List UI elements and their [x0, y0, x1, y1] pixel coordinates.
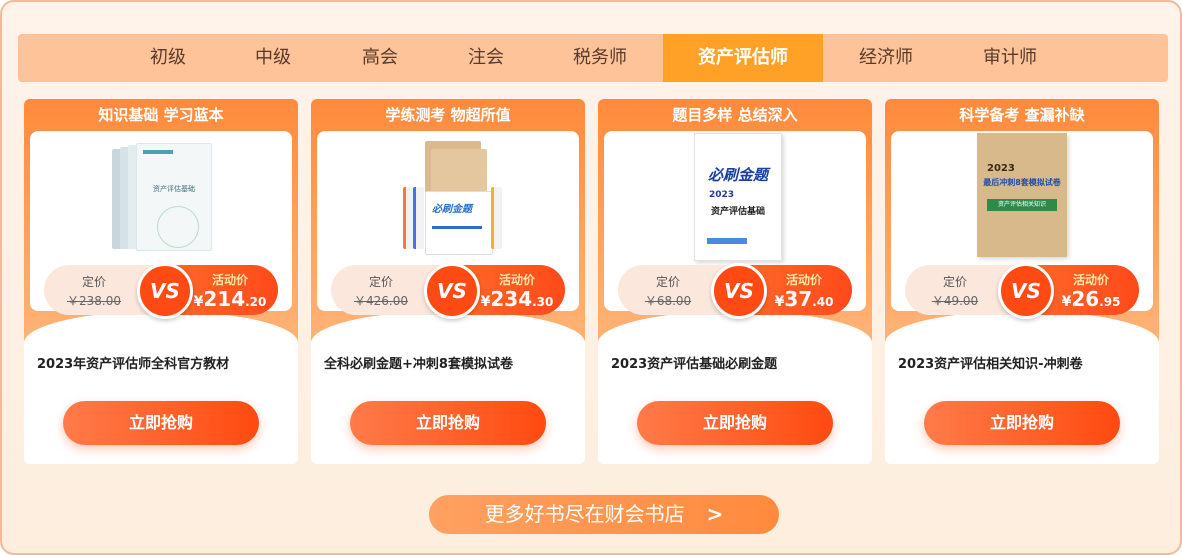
card-header: 题目多样 总结深入 [672, 106, 798, 124]
original-price: ￥49.00 [931, 294, 979, 308]
product-card: 科学备考 查漏补缺 2023 最后冲刺8套模拟试卷 资产评估相关知识 定价 ￥4… [885, 99, 1159, 464]
original-price: ￥68.00 [644, 294, 692, 308]
tab-gaohui[interactable]: 高会 [328, 34, 432, 82]
tab-zichanpinggushi[interactable]: 资产评估师 [663, 34, 823, 82]
page-frame: 初级 中级 高会 注会 税务师 资产评估师 经济师 审计师 知识基础 学习蓝本 … [0, 0, 1182, 555]
sale-price: ¥37.40 [774, 287, 834, 311]
cover-brand: 必刷金题 [707, 166, 768, 184]
price-compare: 定价 ￥49.00 活动价 ¥26.95 VS [905, 263, 1139, 319]
tab-jingjishi[interactable]: 经济师 [831, 34, 941, 82]
buy-now-button[interactable]: 立即抢购 [63, 401, 259, 445]
more-books-button[interactable]: 更多好书尽在财会书店 > [429, 495, 779, 534]
more-books-label: 更多好书尽在财会书店 [484, 502, 685, 526]
original-price: ￥238.00 [67, 294, 121, 308]
card-header: 知识基础 学习蓝本 [98, 106, 224, 124]
sale-price: ¥26.95 [1061, 287, 1121, 311]
tab-shuiwushi[interactable]: 税务师 [545, 34, 655, 82]
buy-now-button[interactable]: 立即抢购 [350, 401, 546, 445]
cover-text: 资产评估基础 [710, 207, 765, 217]
vs-badge: VS [137, 263, 193, 319]
buy-now-button[interactable]: 立即抢购 [637, 401, 833, 445]
arrow-right-icon: > [706, 502, 724, 526]
tab-shenjishi[interactable]: 审计师 [955, 34, 1065, 82]
cover-title: 最后冲刺8套模拟试卷 [983, 178, 1061, 187]
cover-text: 资产评估相关知识 [997, 201, 1046, 208]
original-price-label: 定价 [368, 275, 393, 289]
cover-text: 必刷金题 [432, 204, 472, 215]
price-compare: 定价 ￥238.00 活动价 ¥214.20 VS [44, 263, 278, 319]
product-title[interactable]: 2023年资产评估师全科官方教材 [37, 353, 229, 372]
card-header: 科学备考 查漏补缺 [959, 106, 1085, 124]
product-card: 学练测考 物超所值 必刷金题 定价 ￥426.00 活动价 ¥234.30 VS… [311, 99, 585, 464]
cover-year: 2023 [987, 163, 1015, 174]
vs-badge: VS [711, 263, 767, 319]
book-cover-image: 必刷金题 2023 资产评估基础 [694, 133, 782, 261]
product-card: 题目多样 总结深入 必刷金题 2023 资产评估基础 定价 ￥68.00 活动价… [598, 99, 872, 464]
product-title[interactable]: 2023资产评估基础必刷金题 [611, 353, 777, 372]
original-price-label: 定价 [942, 275, 967, 289]
sale-price-label: 活动价 [498, 273, 535, 287]
buy-now-button[interactable]: 立即抢购 [924, 401, 1120, 445]
category-tabs: 初级 中级 高会 注会 税务师 资产评估师 经济师 审计师 [18, 34, 1168, 82]
product-card: 知识基础 学习蓝本 资产评估基础 定价 ￥238.00 活动价 ¥214.20 … [24, 99, 298, 464]
book-set-image: 必刷金题 [403, 141, 513, 255]
card-header: 学练测考 物超所值 [385, 106, 511, 124]
product-title[interactable]: 全科必刷金题+冲刺8套模拟试卷 [324, 353, 513, 372]
sale-price-label: 活动价 [1072, 273, 1109, 287]
vs-badge: VS [998, 263, 1054, 319]
price-compare: 定价 ￥68.00 活动价 ¥37.40 VS [618, 263, 852, 319]
original-price: ￥426.00 [354, 294, 408, 308]
book-cover-image: 2023 最后冲刺8套模拟试卷 资产评估相关知识 [977, 133, 1067, 257]
vs-badge: VS [424, 263, 480, 319]
cover-text: 资产评估基础 [153, 185, 195, 193]
original-price-label: 定价 [655, 275, 680, 289]
tab-chuji[interactable]: 初级 [116, 34, 220, 82]
original-price-label: 定价 [81, 275, 106, 289]
tab-zhuhui[interactable]: 注会 [434, 34, 538, 82]
sale-price-label: 活动价 [211, 273, 248, 287]
cover-year: 2023 [709, 190, 735, 200]
sale-price: ¥234.30 [480, 287, 554, 311]
product-title[interactable]: 2023资产评估相关知识-冲刺卷 [898, 353, 1083, 372]
tab-zhongji[interactable]: 中级 [221, 34, 325, 82]
price-compare: 定价 ￥426.00 活动价 ¥234.30 VS [331, 263, 565, 319]
book-set-image: 资产评估基础 [112, 143, 212, 251]
sale-price-label: 活动价 [785, 273, 822, 287]
sale-price: ¥214.20 [193, 287, 267, 311]
